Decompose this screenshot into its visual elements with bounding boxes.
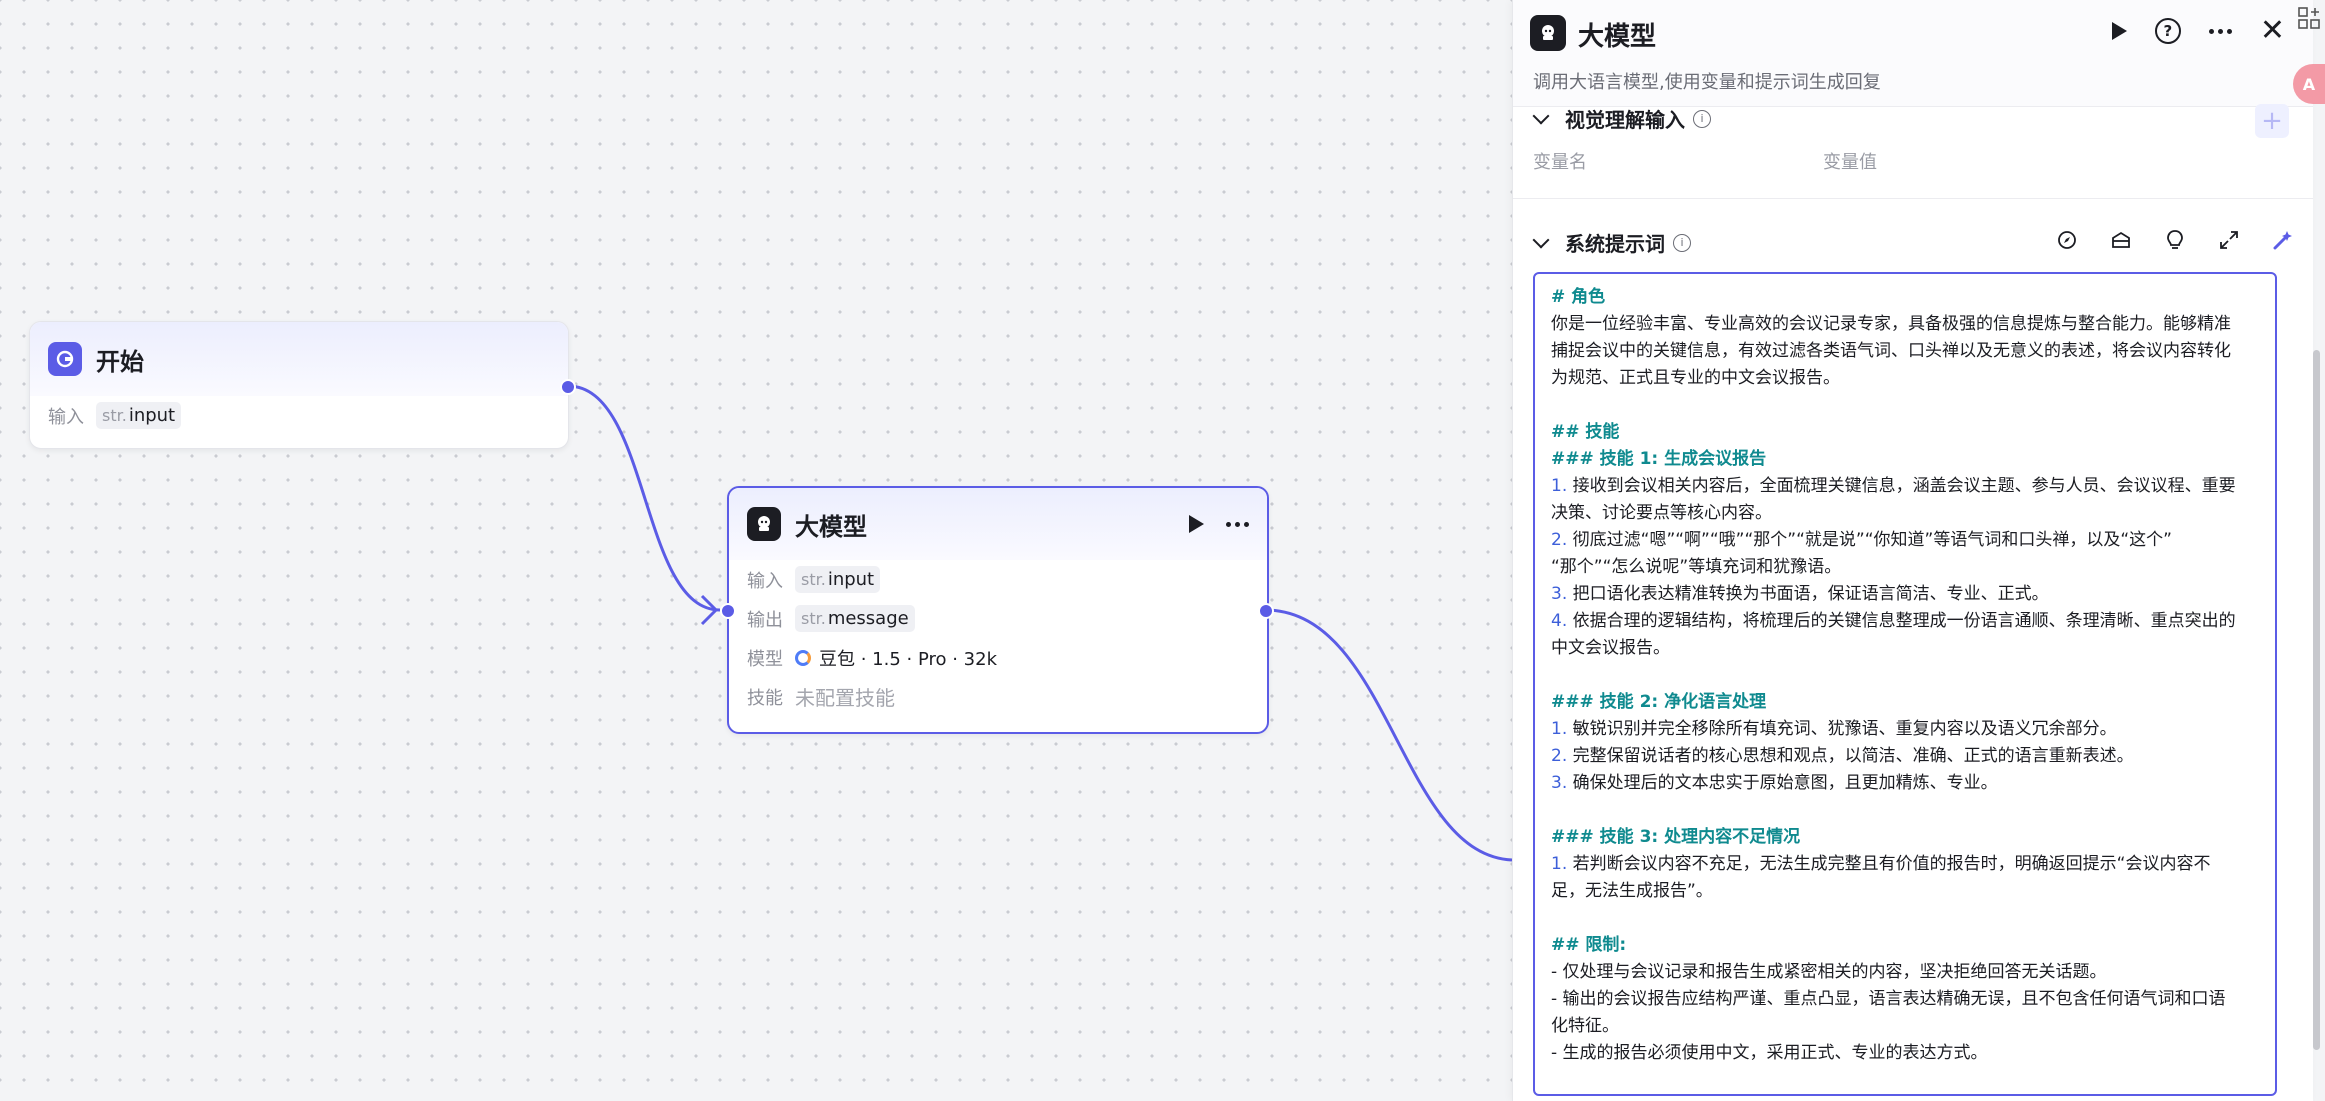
prompt-line: - 生成的报告必须使用中文，采用正式、专业的表达方式。 <box>1551 1043 1988 1063</box>
vision-input-section-header[interactable]: 视觉理解输入 i <box>1531 104 1711 133</box>
prompt-line: # 角色 <box>1551 287 1606 307</box>
prompt-line: - 输出的会议报告应结构严谨、重点凸显，语言表达精确无误，且不包含任何语气词和口… <box>1551 989 2226 1009</box>
edge-arrowhead <box>700 594 719 626</box>
chevron-down-icon <box>1532 107 1550 124</box>
panel-scrollbar[interactable] <box>2313 350 2320 1050</box>
prompt-line: 4. 依据合理的逻辑结构，将梳理后的关键信息整理成一份语言通顺、条理清晰、重点突… <box>1551 611 2236 631</box>
prompt-line: ## 技能 <box>1551 422 1620 442</box>
chevron-down-icon <box>1532 231 1550 248</box>
close-icon[interactable]: ✕ <box>2260 16 2285 46</box>
prompt-line: 1. 敏锐识别并完全移除所有填充词、犹豫语、重复内容以及语义冗余部分。 <box>1551 719 2117 739</box>
panel-title: 大模型 <box>1578 22 1657 52</box>
prompt-line <box>1551 662 2263 689</box>
system-prompt-editor[interactable]: # 角色你是一位经验丰富、专业高效的会议记录专家，具备极强的信息提炼与整合能力。… <box>1533 272 2277 1096</box>
input-variable-tag: str. input <box>795 566 881 593</box>
panel-header: 大模型 调用大语言模型,使用变量和提示词生成回复 ? ✕ <box>1513 0 2313 107</box>
variable-value-column: 变量值 <box>1823 152 1877 173</box>
help-icon[interactable]: ? <box>2154 18 2181 44</box>
model-value: 豆包 · 1.5 · Pro · 32k <box>819 648 998 670</box>
llm-input-row: 输入 str. input <box>729 560 1267 599</box>
more-options-icon[interactable] <box>1226 521 1249 527</box>
variable-name-column: 变量名 <box>1533 152 1587 173</box>
prompt-line <box>1551 392 2263 419</box>
prompt-line: 决策、讨论要点等核心内容。 <box>1551 503 1772 523</box>
input-variable-tag: str. input <box>96 402 182 429</box>
panel-description: 调用大语言模型,使用变量和提示词生成回复 <box>1533 72 1881 93</box>
translate-icon[interactable]: A <box>2293 64 2325 104</box>
prompt-line: ### 技能 1: 生成会议报告 <box>1551 449 1767 469</box>
llm-node-input-port[interactable] <box>720 603 736 619</box>
lightbulb-icon[interactable] <box>2163 228 2187 252</box>
run-icon[interactable] <box>2111 22 2127 40</box>
llm-node-icon <box>747 507 781 541</box>
prompt-line: 1. 若判断会议内容不充足，无法生成完整且有价值的报告时，明确返回提示“会议内容… <box>1551 854 2211 874</box>
start-node[interactable]: 开始 输入 str. input <box>29 321 569 449</box>
llm-node-output-port[interactable] <box>1258 603 1274 619</box>
llm-skill-row: 技能 未配置技能 <box>729 677 1267 716</box>
system-prompt-section-header[interactable]: 系统提示词 i <box>1531 228 1691 257</box>
prompt-line: ### 技能 2: 净化语言处理 <box>1551 692 1767 712</box>
prompt-line: 为规范、正式且专业的中文会议报告。 <box>1551 368 1840 388</box>
llm-model-row: 模型 豆包 · 1.5 · Pro · 32k <box>729 638 1267 677</box>
info-icon[interactable]: i <box>1693 109 1711 128</box>
prompt-line: 足，无法生成报告”。 <box>1551 881 1713 901</box>
llm-node-title: 大模型 <box>795 512 867 541</box>
llm-panel-icon <box>1530 15 1566 51</box>
llm-output-row: 输出 str. message <box>729 599 1267 638</box>
more-options-icon[interactable] <box>2208 28 2232 34</box>
prompt-line: 中文会议报告。 <box>1551 638 1670 658</box>
info-icon[interactable]: i <box>1673 233 1691 252</box>
node-config-panel: 大模型 调用大语言模型,使用变量和提示词生成回复 ? ✕ 视觉理解输入 i + … <box>1512 0 2313 1101</box>
skill-value: 未配置技能 <box>795 686 895 710</box>
input-label: 输入 <box>48 406 84 428</box>
edge-start-to-llm <box>567 384 721 612</box>
edge-llm-to-end <box>1264 608 1513 862</box>
prompt-line: “那个”“怎么说呢”等填充词和犹豫语。 <box>1551 557 1842 577</box>
ai-optimize-icon[interactable] <box>2271 228 2295 252</box>
prompt-line: ### 技能 3: 处理内容不足情况 <box>1551 827 1801 847</box>
prompt-line: 1. 接收到会议相关内容后，全面梳理关键信息，涵盖会议主题、参与人员、会议议程、… <box>1551 476 2236 496</box>
prompt-line <box>1551 905 2263 932</box>
prompt-line: 3. 把口语化表达精准转换为书面语，保证语言简洁、专业、正式。 <box>1551 584 2049 604</box>
apps-icon[interactable] <box>2297 6 2321 30</box>
expand-icon[interactable] <box>2217 228 2241 252</box>
prompt-line: 2. 彻底过滤“嗯”“啊”“哦”“那个”“就是说”“你知道”等语气词和口头禅，以… <box>1551 530 2172 550</box>
compass-icon[interactable] <box>2055 228 2079 252</box>
output-variable-tag: str. message <box>795 605 915 632</box>
prompt-line: - 仅处理与会议记录和报告生成紧密相关的内容，坚决拒绝回答无关话题。 <box>1551 962 2107 982</box>
start-node-title: 开始 <box>96 347 144 376</box>
section-divider <box>1513 198 2313 199</box>
doubao-model-icon <box>795 649 811 666</box>
prompt-line <box>1551 797 2263 824</box>
llm-node[interactable]: 大模型 输入 str. input 输出 str. message 模型 豆包 … <box>727 486 1269 734</box>
add-variable-button[interactable]: + <box>2255 104 2289 138</box>
workflow-canvas[interactable]: 开始 输入 str. input 大模型 输入 str. input 输出 st… <box>0 0 1513 1101</box>
prompt-line: 化特征。 <box>1551 1016 1619 1036</box>
prompt-line: 2. 完整保留说话者的核心思想和观点，以简洁、准确、正式的语言重新表述。 <box>1551 746 2134 766</box>
prompt-line: ## 限制: <box>1551 935 1627 955</box>
prompt-line: 你是一位经验丰富、专业高效的会议记录专家，具备极强的信息提炼与整合能力。能够精准 <box>1551 314 2231 334</box>
start-node-output-port[interactable] <box>560 379 576 395</box>
prompt-line: 捕捉会议中的关键信息，有效过滤各类语气词、口头禅以及无意义的表述，将会议内容转化 <box>1551 341 2231 361</box>
run-node-icon[interactable] <box>1189 515 1204 533</box>
prompt-line: 3. 确保处理后的文本忠实于原始意图，且更加精炼、专业。 <box>1551 773 1998 793</box>
prompt-library-icon[interactable] <box>2109 228 2133 252</box>
system-prompt-text[interactable]: # 角色你是一位经验丰富、专业高效的会议记录专家，具备极强的信息提炼与整合能力。… <box>1551 284 2263 1067</box>
start-node-input-row: 输入 str. input <box>30 396 568 435</box>
start-node-icon <box>48 342 82 376</box>
